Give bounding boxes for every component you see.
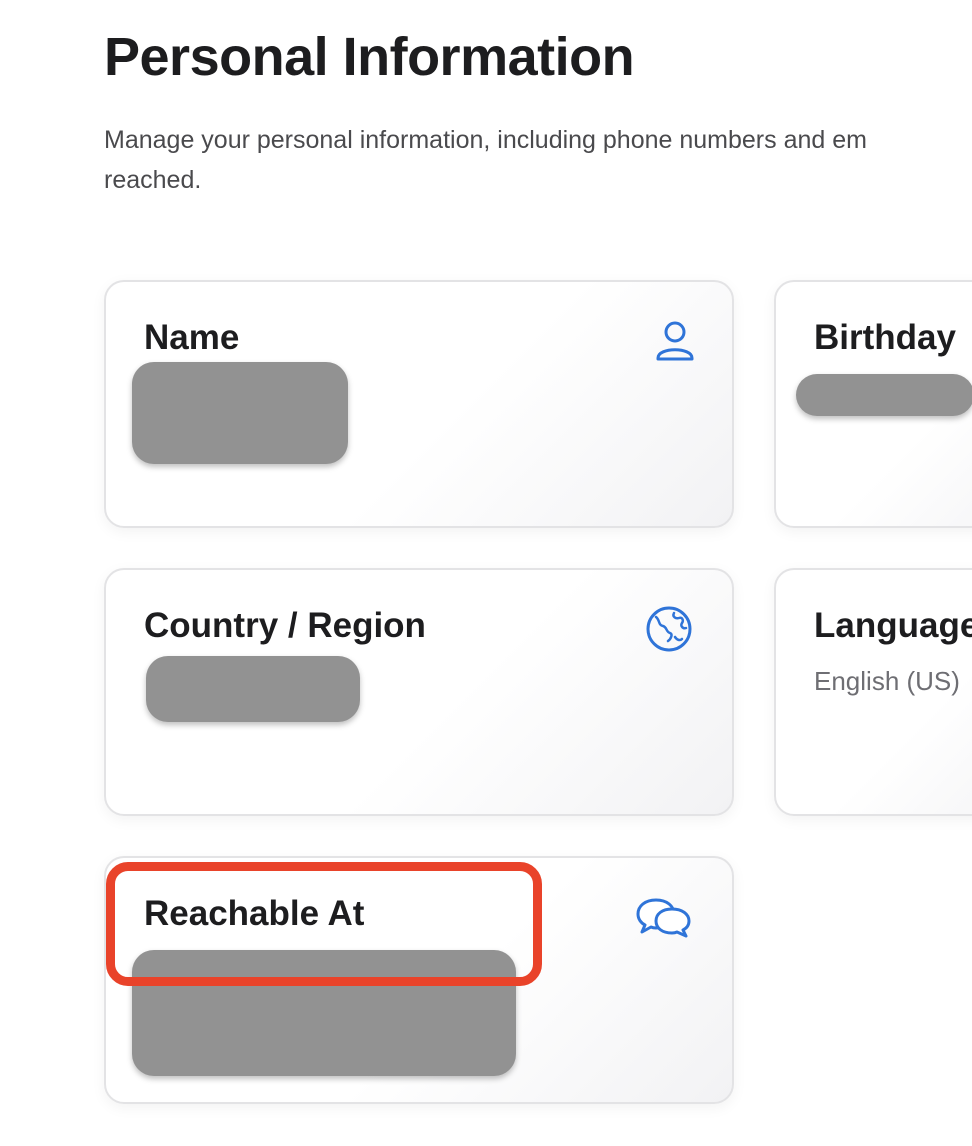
description-line-2: reached. [104, 166, 202, 194]
name-card[interactable]: Name [104, 280, 734, 528]
birthday-value-redacted [796, 374, 972, 416]
birthday-card[interactable]: Birthday [774, 280, 972, 528]
language-card-title: Language [814, 606, 972, 645]
language-value: English (US) [814, 666, 960, 696]
person-icon [650, 316, 700, 366]
country-region-card[interactable]: Country / Region [104, 568, 734, 816]
country-value-redacted [146, 656, 360, 722]
birthday-card-title: Birthday [814, 318, 956, 357]
name-value-redacted [132, 362, 348, 464]
page-description: Manage your personal information, includ… [104, 120, 972, 200]
chat-bubbles-icon [634, 894, 694, 944]
personal-information-page: Personal Information Manage your persona… [0, 0, 972, 1146]
language-card[interactable]: Language English (US) [774, 568, 972, 816]
reachable-at-card-title: Reachable At [144, 894, 365, 933]
globe-icon [644, 604, 694, 654]
page-title: Personal Information [104, 27, 635, 87]
country-region-card-title: Country / Region [144, 606, 426, 645]
reachable-at-card[interactable]: Reachable At [104, 856, 734, 1104]
description-line-1: Manage your personal information, includ… [104, 126, 867, 154]
reachable-value-redacted [132, 950, 516, 1076]
name-card-title: Name [144, 318, 240, 357]
